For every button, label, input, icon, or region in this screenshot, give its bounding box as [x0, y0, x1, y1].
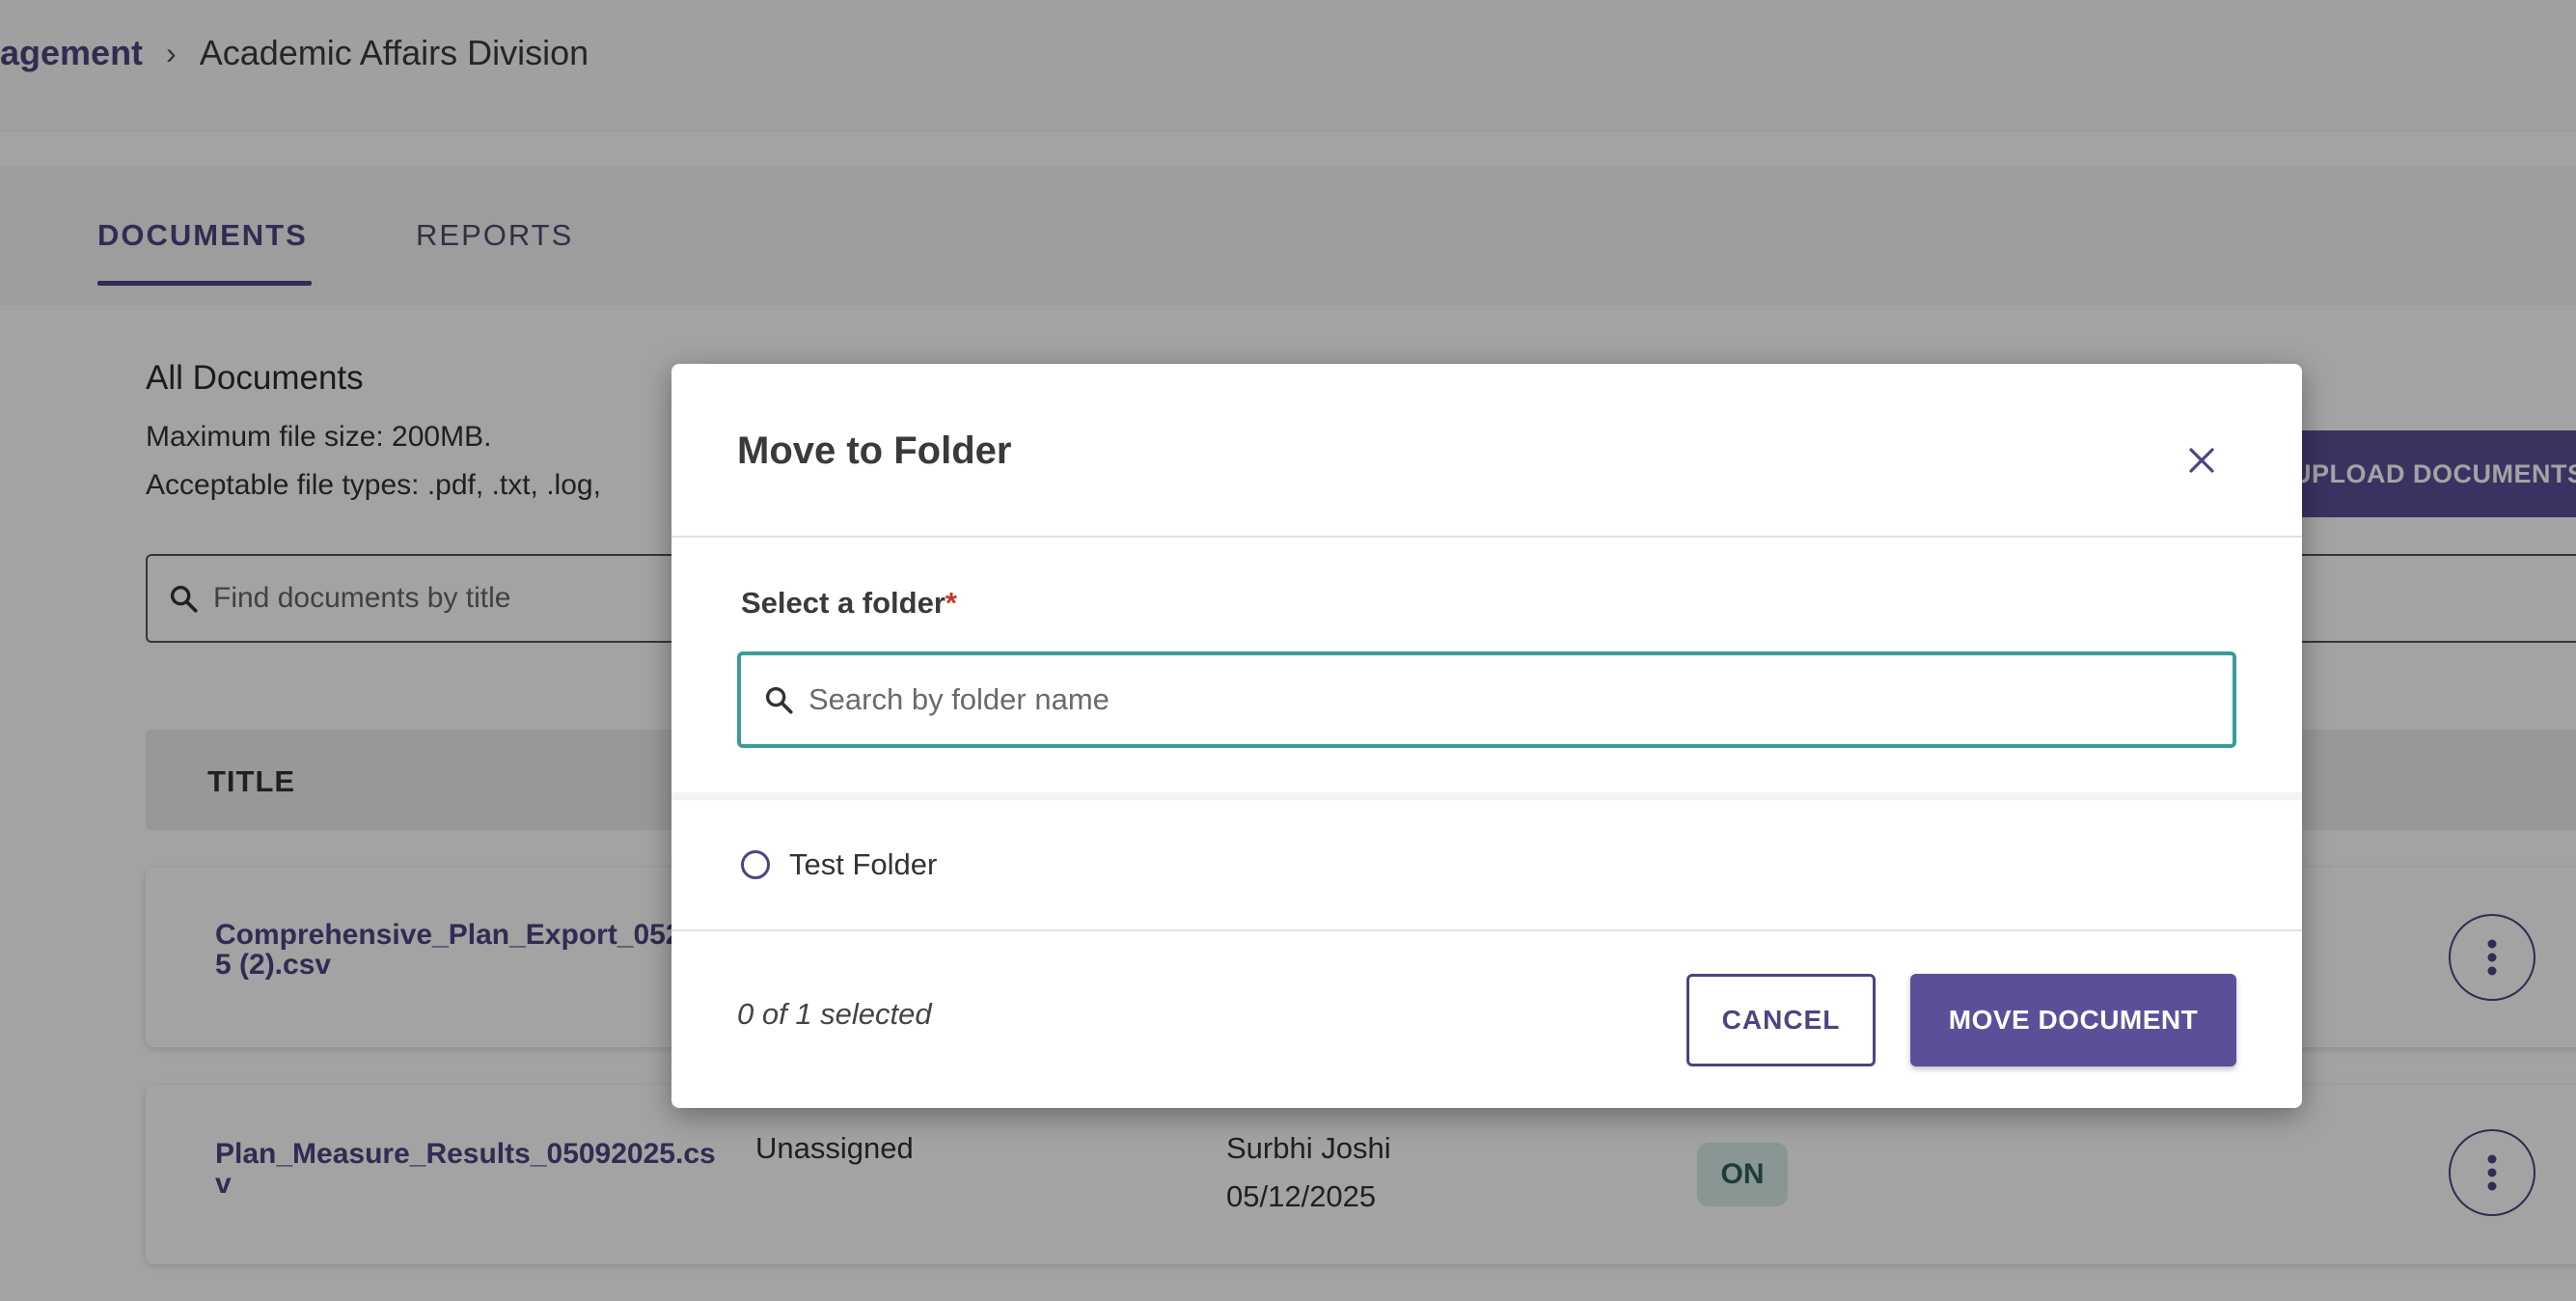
folder-search-input[interactable] [808, 682, 2159, 717]
dialog-footer: 0 of 1 selected CANCEL MOVE DOCUMENT [671, 929, 2302, 1108]
folder-option-label: Test Folder [789, 847, 938, 881]
close-button[interactable] [2173, 431, 2231, 489]
move-document-button[interactable]: MOVE DOCUMENT [1910, 974, 2236, 1066]
selected-count: 0 of 1 selected [737, 997, 932, 1031]
move-to-folder-dialog: Move to Folder Select a folder* Test Fol… [671, 364, 2302, 1108]
folder-radio[interactable] [741, 850, 770, 879]
close-icon [2189, 448, 2214, 473]
folder-option-test-folder[interactable]: Test Folder [741, 839, 937, 891]
cancel-button[interactable]: CANCEL [1686, 974, 1876, 1066]
select-folder-label: Select a folder* [741, 586, 957, 621]
folder-search-field [737, 651, 2236, 748]
dialog-title: Move to Folder [737, 429, 1012, 472]
search-icon [765, 686, 793, 714]
list-divider [671, 792, 2302, 800]
required-asterisk: * [945, 586, 957, 620]
dialog-header: Move to Folder [671, 364, 2302, 538]
select-folder-label-text: Select a folder [741, 586, 945, 620]
